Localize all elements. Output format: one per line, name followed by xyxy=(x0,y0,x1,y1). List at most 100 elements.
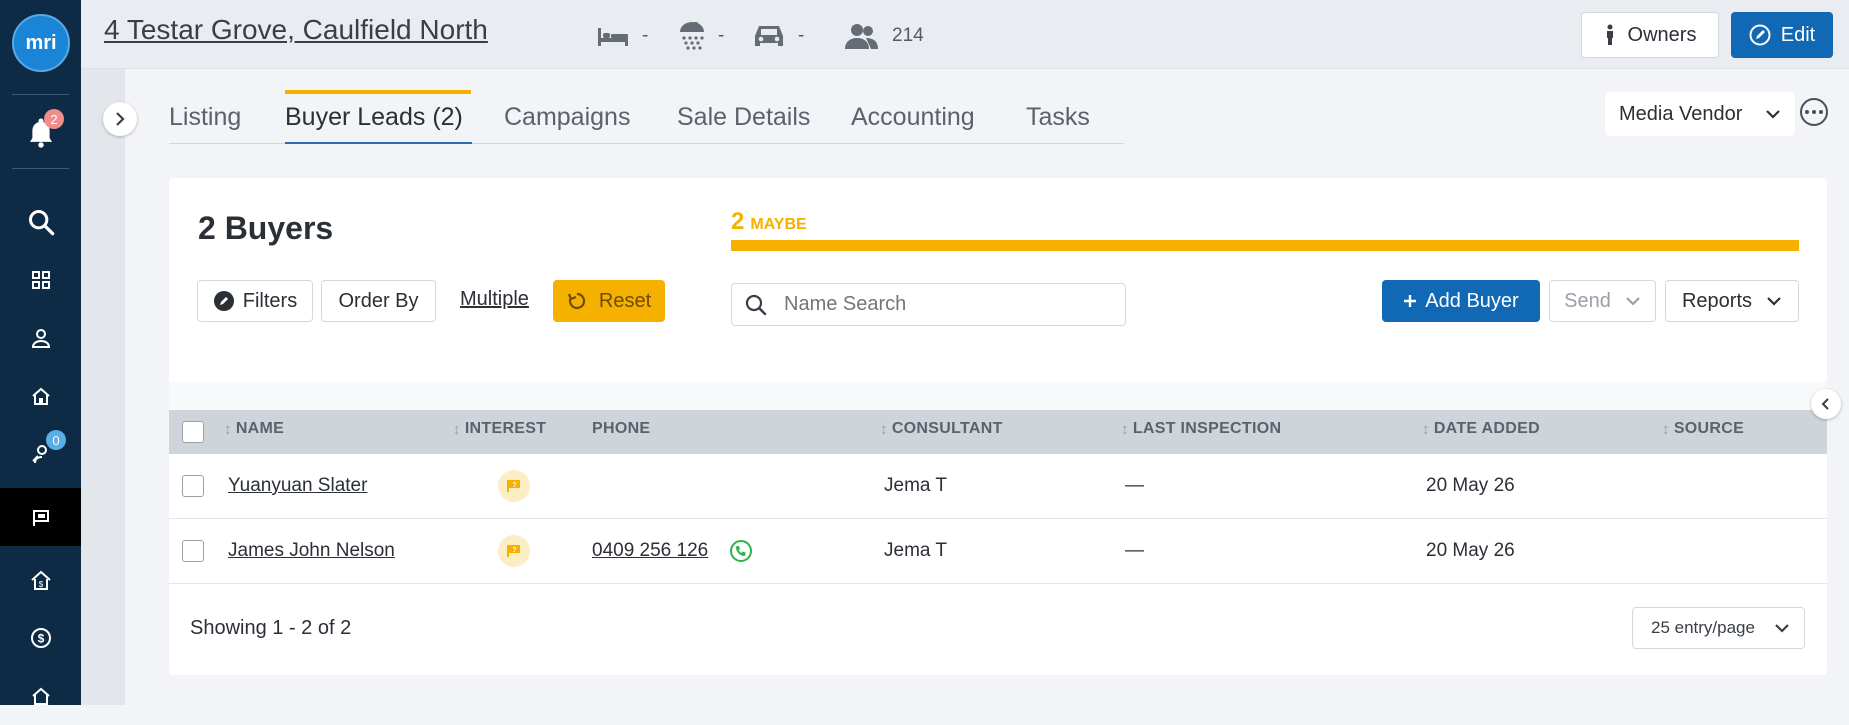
call-button[interactable] xyxy=(730,540,752,562)
maybe-progress-track xyxy=(731,240,1799,251)
buyer-name-link[interactable]: Yuanyuan Slater xyxy=(228,475,367,497)
tab-accounting[interactable]: Accounting xyxy=(851,103,975,132)
shower-icon xyxy=(680,22,704,50)
dollar-circle-icon: $ xyxy=(30,628,51,648)
notification-badge: 2 xyxy=(44,109,64,129)
tab-sale-details[interactable]: Sale Details xyxy=(677,103,810,132)
row-checkbox[interactable] xyxy=(182,475,204,497)
search-icon xyxy=(745,294,767,315)
column-phone-label: PHONE xyxy=(592,420,651,437)
tab-buyer-leads[interactable]: Buyer Leads (2) xyxy=(285,103,463,132)
column-source-label: SOURCE xyxy=(1673,420,1745,437)
maybe-summary: 2 MAYBE xyxy=(731,208,807,236)
more-options-button[interactable] xyxy=(1800,98,1828,126)
column-consultant-label: CONSULTANT xyxy=(891,420,1003,437)
send-button[interactable]: Send xyxy=(1549,280,1656,322)
tab-campaigns[interactable]: Campaigns xyxy=(504,103,630,132)
svg-text:$: $ xyxy=(38,580,43,589)
bed-icon xyxy=(598,28,628,46)
tasks-badge: 0 xyxy=(46,430,66,450)
sidebar-item-sales[interactable]: $ xyxy=(0,551,81,609)
row-checkbox[interactable] xyxy=(182,540,204,562)
home-icon xyxy=(31,387,50,405)
owners-button[interactable]: Owners xyxy=(1581,12,1719,58)
tab-tasks[interactable]: Tasks xyxy=(1026,103,1090,132)
carspaces-feature: - xyxy=(752,20,804,52)
buyers-title: 2 Buyers xyxy=(198,210,334,246)
reset-button[interactable]: Reset xyxy=(553,280,665,322)
column-phone: PHONE xyxy=(592,420,650,438)
bedrooms-feature: - xyxy=(596,20,648,52)
send-label: Send xyxy=(1564,289,1611,312)
media-vendor-select[interactable]: Media Vendor xyxy=(1605,92,1795,136)
per-page-select[interactable]: 25 entry/page xyxy=(1632,607,1805,649)
property-address[interactable]: 4 Testar Grove, Caulfield North xyxy=(104,14,488,46)
chevron-down-icon xyxy=(1766,110,1780,119)
name-search[interactable] xyxy=(731,283,1126,326)
side-panel-strip xyxy=(81,69,125,705)
buyer-name-link[interactable]: James John Nelson xyxy=(228,540,395,562)
plus-icon xyxy=(1404,295,1417,307)
sidebar-item-contacts[interactable] xyxy=(0,309,81,367)
add-buyer-button[interactable]: Add Buyer xyxy=(1382,280,1540,322)
filters-button[interactable]: Filters xyxy=(197,280,313,322)
name-search-input[interactable] xyxy=(782,292,1106,317)
column-date-added-label: DATE ADDED xyxy=(1433,420,1540,437)
svg-text:?: ? xyxy=(512,547,516,554)
column-name[interactable]: ↕ NAME xyxy=(224,420,284,438)
filter-circle-icon xyxy=(213,291,234,311)
buyer-consultant: Jema T xyxy=(884,540,948,561)
column-date-added[interactable]: ↕ DATE ADDED xyxy=(1422,420,1540,438)
more-icon xyxy=(1805,110,1823,114)
sidebar-divider xyxy=(12,168,69,169)
column-consultant[interactable]: ↕ CONSULTANT xyxy=(880,420,1003,438)
maybe-label: MAYBE xyxy=(750,216,807,233)
media-vendor-label: Media Vendor xyxy=(1619,102,1743,125)
expand-panel-button[interactable] xyxy=(103,102,137,136)
filters-label: Filters xyxy=(242,289,298,312)
interest-maybe-flag[interactable]: ? xyxy=(498,470,530,502)
mri-logo[interactable]: mri xyxy=(12,14,70,72)
buyer-phone-link[interactable]: 0409 256 126 xyxy=(592,540,708,562)
sidebar-item-accounting[interactable]: $ xyxy=(0,609,81,667)
search-icon xyxy=(28,209,54,236)
sidebar-divider xyxy=(12,94,69,95)
sort-icon: ↕ xyxy=(453,420,461,438)
add-buyer-label: Add Buyer xyxy=(1425,289,1519,312)
order-by-button[interactable]: Order By xyxy=(321,280,436,322)
edit-button[interactable]: Edit xyxy=(1731,12,1833,58)
column-interest[interactable]: ↕ INTEREST xyxy=(453,420,546,438)
car-icon xyxy=(755,26,783,46)
chevron-down-icon xyxy=(1767,297,1781,306)
sidebar-item-rentals[interactable] xyxy=(0,667,81,725)
edit-label: Edit xyxy=(1780,23,1816,46)
tab-listing[interactable]: Listing xyxy=(169,103,241,132)
pagination-summary: Showing 1 - 2 of 2 xyxy=(190,617,352,639)
bathrooms-feature: - xyxy=(678,20,724,52)
house-dollar-icon: $ xyxy=(30,570,51,590)
column-source[interactable]: ↕ SOURCE xyxy=(1662,420,1744,438)
order-by-label: Order By xyxy=(338,289,419,312)
bathrooms-value: - xyxy=(718,25,725,46)
active-tab-indicator xyxy=(285,90,471,94)
sidebar-item-notifications[interactable]: 2 xyxy=(0,103,81,161)
column-last-inspection[interactable]: ↕ LAST INSPECTION xyxy=(1121,420,1281,438)
sidebar-item-prospects[interactable]: 0 xyxy=(0,425,81,483)
reports-button[interactable]: Reports xyxy=(1665,280,1799,322)
buyer-last-inspection: — xyxy=(1125,540,1144,561)
select-all-checkbox[interactable] xyxy=(182,421,204,443)
multiple-link[interactable]: Multiple xyxy=(460,288,529,311)
grid-icon xyxy=(31,271,50,289)
flag-icon: ? xyxy=(507,480,520,492)
sidebar-item-search[interactable] xyxy=(0,193,81,251)
sidebar-item-listings[interactable] xyxy=(0,488,81,546)
buyer-last-inspection: — xyxy=(1125,475,1144,496)
buyer-date-added: 20 May 26 xyxy=(1426,475,1515,496)
sidebar-item-dashboard[interactable] xyxy=(0,251,81,309)
key-person-icon xyxy=(31,445,47,464)
collapse-columns-button[interactable] xyxy=(1811,389,1841,419)
sidebar-item-properties[interactable] xyxy=(0,367,81,425)
chevron-left-icon xyxy=(1821,398,1829,410)
interest-maybe-flag[interactable]: ? xyxy=(498,535,530,567)
sidebar: mri 2 0 $ $ xyxy=(0,0,81,705)
